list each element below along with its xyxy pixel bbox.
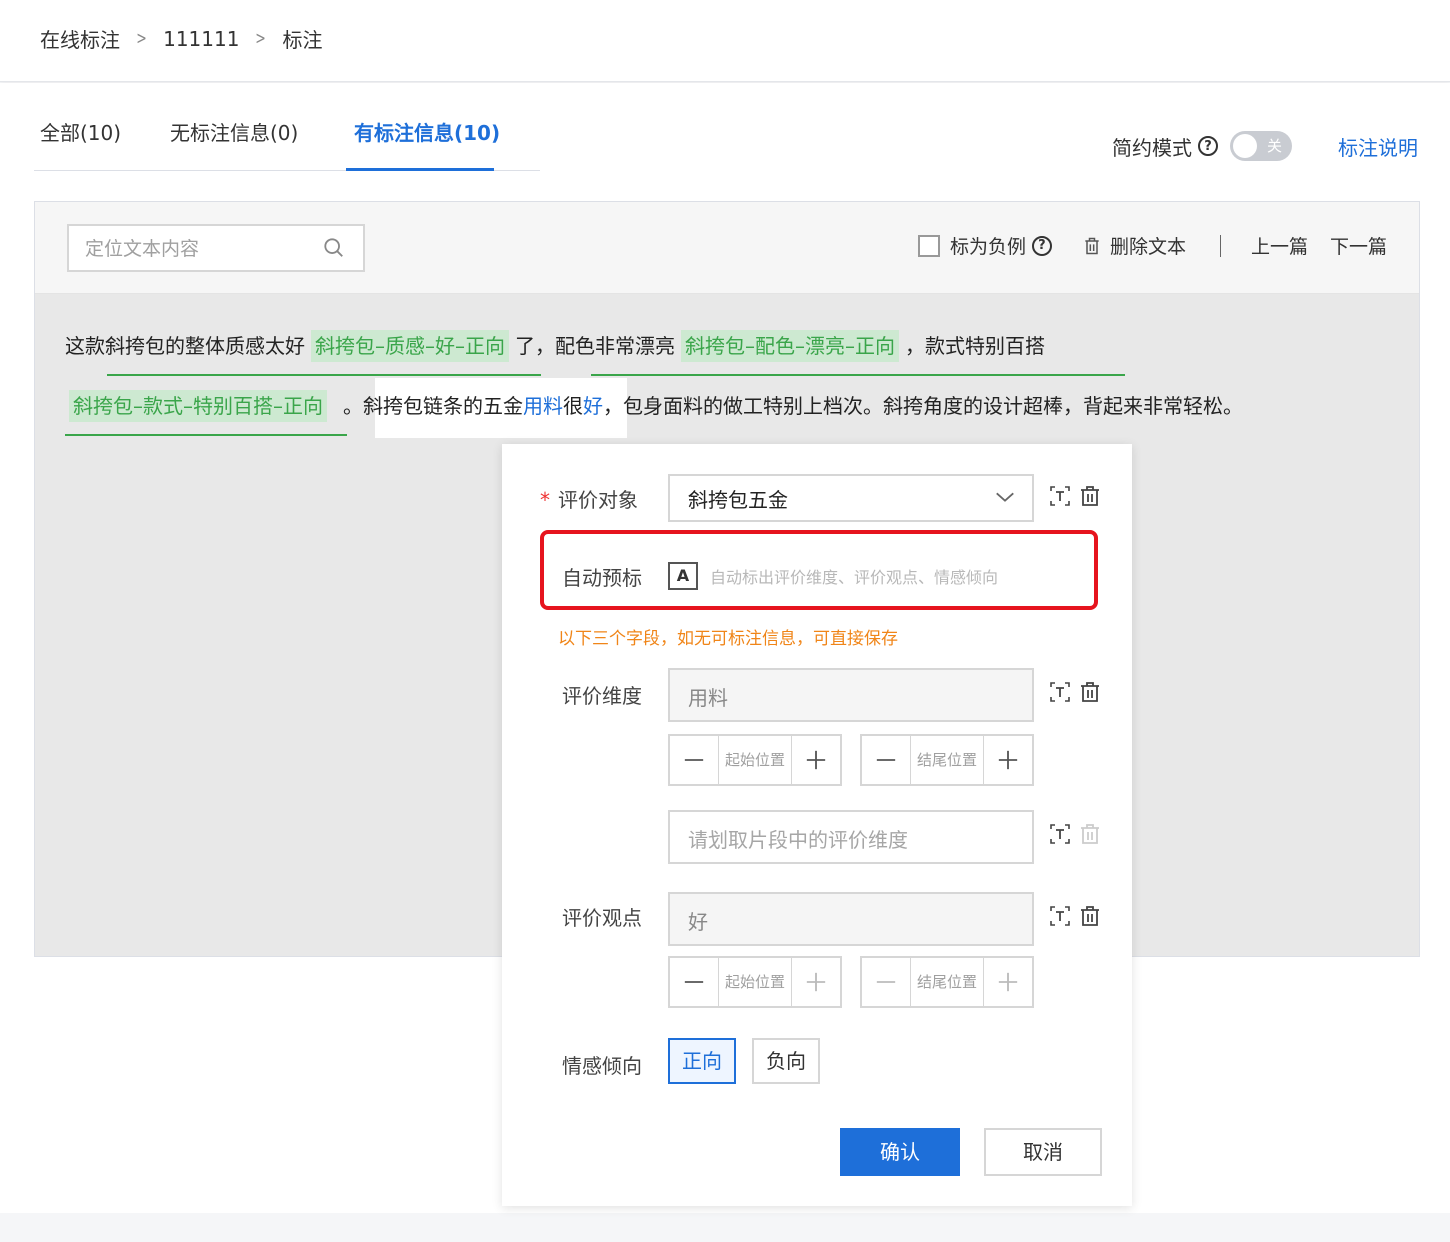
page-header: 在线标注 > 111111 > 标注 <box>0 0 1450 82</box>
simple-mode-toggle[interactable]: 关 <box>1230 131 1292 161</box>
simple-mode-label: 简约模式 <box>1112 135 1192 160</box>
opinion-start-stepper: 起始位置 <box>668 956 842 1008</box>
dimension-field[interactable]: 用料 <box>668 668 1034 722</box>
minus-icon[interactable] <box>670 736 718 784</box>
breadcrumb-item-online-annotation[interactable]: 在线标注 <box>40 24 120 53</box>
text-line-2: 斜挎包–款式–特别百搭–正向 。斜挎包链条的五金 用料 很 好 ，包身面料的做工… <box>65 390 1243 422</box>
evaluation-object-select[interactable]: 斜挎包五金 <box>668 474 1034 522</box>
text-segment[interactable]: 了，配色非常漂亮 <box>515 330 675 362</box>
plus-icon[interactable] <box>984 736 1032 784</box>
trash-icon[interactable] <box>1082 236 1102 256</box>
dimension-extra-actions <box>1042 822 1102 846</box>
sentiment-negative-button[interactable]: 负向 <box>752 1038 820 1084</box>
start-position-label: 起始位置 <box>718 958 792 1006</box>
breadcrumb-item-current: 标注 <box>282 28 323 52</box>
search-input[interactable] <box>85 236 315 262</box>
text-segment[interactable]: 很 <box>563 390 583 422</box>
auto-prelabel-hint[interactable]: 自动标出评价维度、评价观点、情感倾向 <box>710 564 998 588</box>
object-actions <box>1042 484 1102 508</box>
opinion-actions <box>1042 904 1102 928</box>
toolbar-actions: 标为负例 ? 删除文本 上一篇 下一篇 <box>917 232 1387 259</box>
filter-tabs: 全部(10) 无标注信息(0) 有标注信息(10) <box>34 113 540 171</box>
panel-toolbar: 标为负例 ? 删除文本 上一篇 下一篇 <box>35 202 1419 294</box>
text-segment[interactable]: ，款式特别百搭 <box>905 330 1045 362</box>
chevron-down-icon <box>996 492 1014 502</box>
minus-icon[interactable] <box>670 958 718 1006</box>
evaluation-object-value: 斜挎包五金 <box>688 488 788 512</box>
search-box <box>67 224 365 272</box>
tab-all[interactable]: 全部(10) <box>40 117 121 146</box>
tab-labeled[interactable]: 有标注信息(10) <box>354 117 500 146</box>
help-circle-icon[interactable]: ? <box>1031 235 1052 256</box>
plus-icon <box>984 958 1032 1006</box>
trash-icon[interactable] <box>1078 680 1102 704</box>
required-mark: * <box>540 488 550 512</box>
auto-prelabel-label: 自动预标 <box>562 566 642 590</box>
chevron-right-icon: > <box>255 28 267 49</box>
chevron-right-icon: > <box>136 28 147 49</box>
annotation-tag[interactable]: 斜挎包–配色–漂亮–正向 <box>681 330 899 362</box>
evaluation-object-label: * 评价对象 <box>540 484 638 513</box>
sentiment-label: 情感倾向 <box>562 1054 642 1078</box>
auto-label-icon[interactable]: A <box>668 562 698 590</box>
confirm-button[interactable]: 确认 <box>840 1128 960 1176</box>
text-segment[interactable]: ，包身面料的做工特别上档次。斜挎角度的设计超棒，背起来非常轻松。 <box>603 390 1243 422</box>
active-tab-indicator <box>346 168 494 171</box>
opinion-field[interactable]: 好 <box>668 892 1034 946</box>
annotation-tag[interactable]: 斜挎包–质感–好–正向 <box>311 330 509 362</box>
dimension-label: 评价维度 <box>562 684 642 708</box>
dimension-input-empty[interactable]: 请划取片段中的评价维度 <box>668 810 1034 864</box>
annotation-underline <box>65 434 347 436</box>
end-position-label: 结尾位置 <box>910 958 984 1006</box>
optional-fields-notice: 以下三个字段，如无可标注信息，可直接保存 <box>558 629 898 649</box>
dimension-start-stepper: 起始位置 <box>668 734 842 786</box>
text-select-icon[interactable] <box>1048 904 1072 928</box>
text-line-1: 这款斜挎包的整体质感太好 斜挎包–质感–好–正向 了，配色非常漂亮 斜挎包–配色… <box>65 330 1045 362</box>
start-position-label: 起始位置 <box>718 736 792 784</box>
opinion-end-stepper: 结尾位置 <box>860 956 1034 1008</box>
help-circle-icon[interactable]: ? <box>1198 136 1218 156</box>
text-select-icon[interactable] <box>1048 680 1072 704</box>
annotation-tag[interactable]: 斜挎包–款式–特别百搭–正向 <box>69 390 327 422</box>
opinion-label: 评价观点 <box>562 906 642 930</box>
view-controls: 简约模式 ? 关 标注说明 <box>1112 131 1418 161</box>
dimension-highlight[interactable]: 用料 <box>523 390 563 422</box>
toggle-knob <box>1233 134 1257 158</box>
mark-negative-checkbox[interactable] <box>917 234 940 257</box>
text-segment[interactable]: 。斜挎包链条的五金 <box>343 390 523 422</box>
breadcrumb: 在线标注 > 111111 > 标注 <box>40 24 323 53</box>
divider <box>1219 234 1221 257</box>
trash-icon[interactable] <box>1078 484 1102 508</box>
annotation-edit-popup: * 评价对象 斜挎包五金 自动预标 A 自动标出评价维度、评价观点、情感倾向 以下… <box>502 444 1132 1206</box>
minus-icon <box>862 958 910 1006</box>
mark-negative-label[interactable]: 标为负例 <box>950 232 1026 259</box>
text-select-icon[interactable] <box>1048 484 1072 508</box>
trash-icon <box>1081 824 1099 844</box>
annotation-guide-link[interactable]: 标注说明 <box>1338 132 1418 161</box>
text-select-icon[interactable] <box>1048 822 1072 846</box>
minus-icon[interactable] <box>862 736 910 784</box>
end-position-label: 结尾位置 <box>910 736 984 784</box>
annotation-underline <box>107 374 541 376</box>
tab-unlabeled[interactable]: 无标注信息(0) <box>170 117 298 146</box>
trash-icon[interactable] <box>1078 904 1102 928</box>
dimension-actions <box>1042 680 1102 704</box>
text-segment[interactable]: 这款斜挎包的整体质感太好 <box>65 330 305 362</box>
plus-icon <box>792 958 840 1006</box>
cancel-button[interactable]: 取消 <box>984 1128 1102 1176</box>
next-article-button[interactable]: 下一篇 <box>1330 232 1387 259</box>
toggle-state-text: 关 <box>1266 137 1282 155</box>
sentiment-positive-button[interactable]: 正向 <box>668 1038 736 1084</box>
plus-icon[interactable] <box>792 736 840 784</box>
delete-text-button[interactable]: 删除文本 <box>1110 232 1186 259</box>
search-icon[interactable] <box>323 237 345 259</box>
dimension-end-stepper: 结尾位置 <box>860 734 1034 786</box>
prev-article-button[interactable]: 上一篇 <box>1251 232 1308 259</box>
breadcrumb-item-project[interactable]: 111111 <box>163 27 239 51</box>
opinion-highlight[interactable]: 好 <box>583 390 603 422</box>
evaluation-object-text: 评价对象 <box>558 488 638 512</box>
annotation-underline <box>591 374 1125 376</box>
